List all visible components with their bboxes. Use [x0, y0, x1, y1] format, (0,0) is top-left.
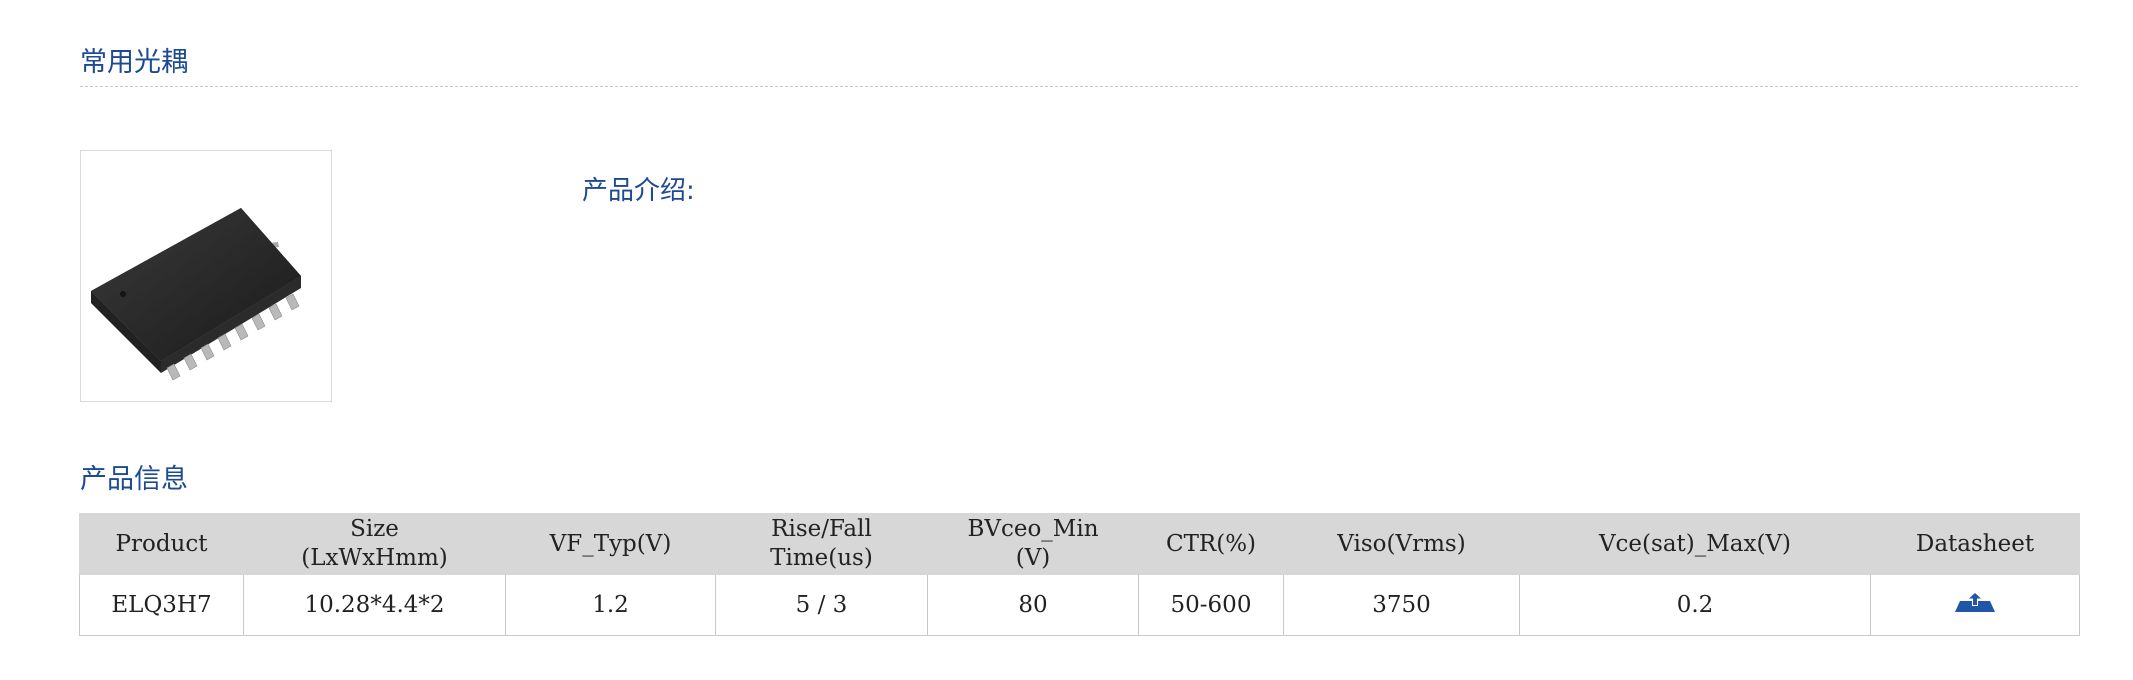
soic-16-chip-image — [91, 208, 301, 381]
download-icon[interactable] — [1954, 589, 1996, 621]
cell-size: 10.28*4.4*2 — [243, 574, 506, 636]
header-ctr: CTR(%) — [1138, 513, 1284, 575]
table-header-row: Product Size (LxWxHmm) VF_Typ(V) Rise/Fal… — [79, 513, 2080, 575]
cell-vce-sat-max: 0.2 — [1519, 574, 1871, 636]
product-image — [80, 150, 332, 402]
cell-bvceo-min: 80 — [927, 574, 1139, 636]
cell-rise-fall: 5 / 3 — [715, 574, 928, 636]
header-size: Size (LxWxHmm) — [243, 513, 506, 575]
cell-viso: 3750 — [1283, 574, 1520, 636]
cell-datasheet — [1870, 574, 2080, 636]
header-vf-typ: VF_Typ(V) — [505, 513, 716, 575]
section-title-product-info: 产品信息 — [80, 464, 188, 495]
header-datasheet: Datasheet — [1870, 513, 2080, 575]
cell-ctr: 50-600 — [1138, 574, 1284, 636]
product-intro-label: 产品介绍: — [582, 176, 695, 206]
header-bvceo-min: BVceo_Min (V) — [927, 513, 1139, 575]
header-product: Product — [79, 513, 244, 575]
header-vce-sat-max: Vce(sat)_Max(V) — [1519, 513, 1871, 575]
section-divider — [80, 86, 2078, 87]
cell-vf-typ: 1.2 — [505, 574, 716, 636]
table-row: ELQ3H7 10.28*4.4*2 1.2 5 / 3 80 50-600 3… — [79, 574, 2080, 636]
product-spec-table: Product Size (LxWxHmm) VF_Typ(V) Rise/Fal… — [79, 513, 2080, 636]
header-rise-fall-time: Rise/Fall Time(us) — [715, 513, 928, 575]
section-title-common-optocouplers: 常用光耦 — [80, 47, 188, 78]
header-viso: Viso(Vrms) — [1283, 513, 1520, 575]
cell-product: ELQ3H7 — [79, 574, 244, 636]
